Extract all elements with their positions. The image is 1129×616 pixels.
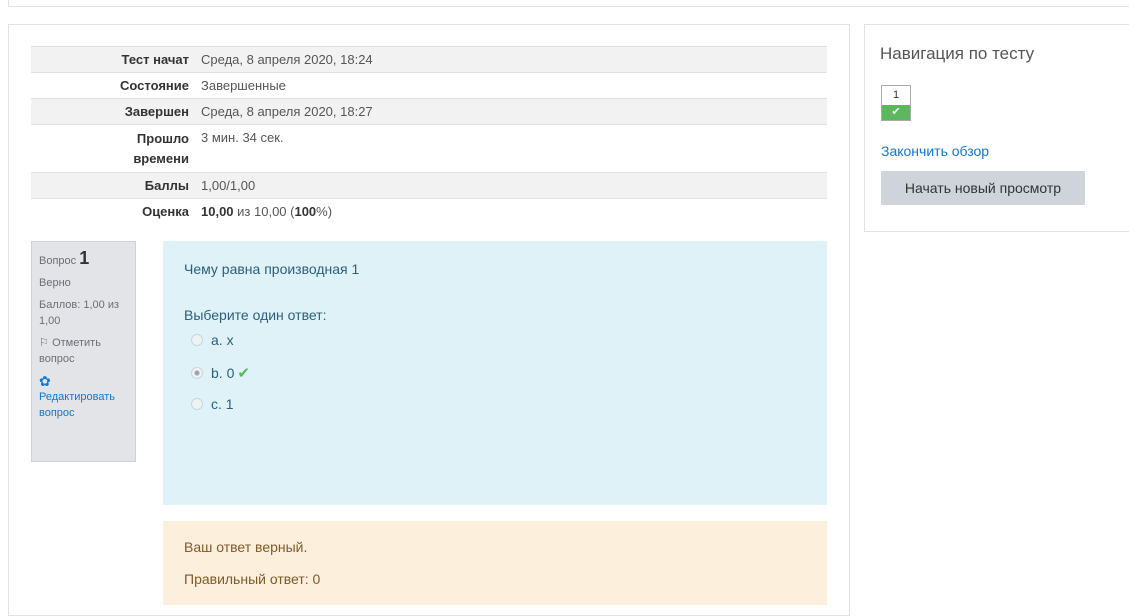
radio-button-checked[interactable] bbox=[191, 367, 203, 379]
flag-question-label: Отметить вопрос bbox=[39, 337, 101, 365]
summary-label-line: времени bbox=[133, 151, 189, 166]
summary-label-line: Прошло bbox=[136, 131, 189, 146]
start-new-attempt-button[interactable]: Начать новый просмотр bbox=[881, 171, 1085, 205]
finish-review-link[interactable]: Закончить обзор bbox=[881, 143, 989, 159]
question-text: Чему равна производная 1 bbox=[184, 261, 360, 277]
attempt-summary-table: Тест начат Среда, 8 апреля 2020, 18:24 С… bbox=[31, 46, 827, 224]
check-icon: ✔ bbox=[882, 105, 910, 120]
answer-option-c[interactable]: c. 1 bbox=[191, 396, 234, 412]
question-content: Чему равна производная 1 Выберите один о… bbox=[163, 241, 827, 505]
summary-value: 3 мин. 34 сек. bbox=[195, 124, 827, 173]
right-answer: Правильный ответ: 0 bbox=[184, 571, 321, 587]
question-nav-button-1[interactable]: 1 ✔ bbox=[881, 85, 911, 121]
answer-option-a[interactable]: a. x bbox=[191, 332, 234, 348]
navigation-title: Навигация по тесту bbox=[880, 44, 1035, 63]
summary-row-time-taken: Прошло времени 3 мин. 34 сек. bbox=[31, 124, 827, 173]
summary-row-marks: Баллы 1,00/1,00 bbox=[31, 172, 827, 199]
summary-row-started: Тест начат Среда, 8 апреля 2020, 18:24 bbox=[31, 46, 827, 73]
summary-label: Завершен bbox=[31, 98, 195, 125]
summary-label: Баллы bbox=[31, 172, 195, 199]
grade-suffix: %) bbox=[316, 204, 333, 219]
gear-icon[interactable]: ✿ bbox=[39, 373, 135, 389]
summary-label: Прошло времени bbox=[31, 124, 195, 173]
question-state: Верно bbox=[39, 277, 71, 289]
question-feedback: Ваш ответ верный. Правильный ответ: 0 bbox=[163, 521, 827, 605]
question-number-value: 1 bbox=[79, 248, 90, 268]
check-icon: ✔ bbox=[237, 365, 250, 382]
flag-icon: ⚐ bbox=[39, 337, 49, 349]
summary-row-grade: Оценка 10,00 из 10,00 (100%) bbox=[31, 198, 827, 224]
summary-value: 1,00/1,00 bbox=[195, 172, 827, 199]
page-top-strip bbox=[8, 0, 1129, 7]
option-label: b. 0 bbox=[211, 365, 235, 381]
question-marks: Баллов: 1,00 из 1,00 bbox=[39, 299, 120, 327]
question-info-panel: Вопрос 1 Верно Баллов: 1,00 из 1,00 ⚐ От… bbox=[31, 241, 136, 462]
summary-value: Завершенные bbox=[195, 72, 827, 99]
answer-prompt: Выберите один ответ: bbox=[184, 307, 327, 323]
grade-value: 10,00 bbox=[201, 204, 234, 219]
radio-button[interactable] bbox=[191, 398, 203, 410]
summary-label: Оценка bbox=[31, 198, 195, 224]
option-label: a. x bbox=[211, 332, 234, 348]
summary-value: Среда, 8 апреля 2020, 18:27 bbox=[195, 98, 827, 125]
grade-percent: 100 bbox=[294, 204, 317, 219]
general-feedback: Ваш ответ верный. bbox=[184, 539, 308, 555]
radio-button[interactable] bbox=[191, 334, 203, 346]
option-label: c. 1 bbox=[211, 396, 234, 412]
summary-row-completed: Завершен Среда, 8 апреля 2020, 18:27 bbox=[31, 98, 827, 125]
flag-question-link[interactable]: ⚐ Отметить вопрос bbox=[39, 335, 135, 367]
edit-question-link[interactable]: Редактировать вопрос bbox=[39, 391, 115, 419]
question-number: Вопрос 1 bbox=[39, 248, 135, 269]
grade-max: из 10,00 ( bbox=[233, 204, 295, 219]
summary-row-state: Состояние Завершенные bbox=[31, 72, 827, 99]
answer-option-b[interactable]: b. 0 ✔ bbox=[191, 364, 250, 382]
question-label: Вопрос bbox=[39, 255, 77, 267]
nav-button-number: 1 bbox=[892, 89, 900, 101]
summary-label: Состояние bbox=[31, 72, 195, 99]
summary-value: Среда, 8 апреля 2020, 18:24 bbox=[195, 46, 827, 73]
summary-value: 10,00 из 10,00 (100%) bbox=[195, 198, 827, 224]
summary-label: Тест начат bbox=[31, 46, 195, 73]
